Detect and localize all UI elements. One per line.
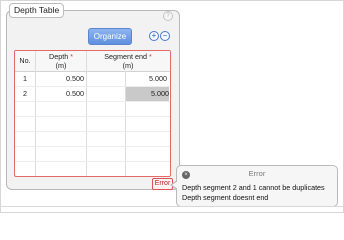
depth-table-screen: Depth Table ? Organize + − No. Depth * (… [0,0,344,213]
empty-row[interactable] [15,132,170,147]
error-tooltip: × Error Depth segment 2 and 1 cannot be … [176,165,338,207]
help-icon[interactable]: ? [163,11,173,21]
panel-title: Depth Table [9,3,65,18]
table-header: No. Depth * (m) Segment end * (m) [15,51,170,72]
cell-no: 1 [23,74,27,83]
error-message: Depth segment doesnt end [182,193,269,202]
add-row-icon[interactable]: + [149,31,159,41]
empty-row[interactable] [15,147,170,162]
table-row[interactable]: 2 0.500 5.000 [15,87,170,102]
tooltip-pointer-fill [172,181,178,189]
header-segment-end-label: Segment end [104,52,148,61]
table-row[interactable]: 1 0.500 5.000 [15,72,170,87]
error-message: Depth segment 2 and 1 cannot be duplicat… [182,183,325,192]
header-segment-end[interactable]: Segment end * (m) [87,53,169,70]
header-depth[interactable]: Depth * (m) [36,53,86,70]
cell-segment-end-selected[interactable]: 5.000 [126,87,169,101]
cell-depth[interactable]: 0.500 [36,87,84,101]
required-marker-icon: * [149,54,152,61]
cell-depth[interactable]: 0.500 [36,72,84,86]
organize-button[interactable]: Organize [88,28,132,45]
tooltip-title: Error [248,169,266,178]
header-segment-end-unit: (m) [122,61,134,70]
depth-table: No. Depth * (m) Segment end * (m) 1 0.50… [14,50,171,177]
required-marker-icon: * [70,54,73,61]
header-depth-label: Depth [49,52,69,61]
empty-row[interactable] [15,102,170,117]
header-no[interactable]: No. [15,57,35,65]
remove-row-icon[interactable]: − [160,31,170,41]
empty-row[interactable] [15,117,170,132]
header-depth-unit: (m) [55,61,67,70]
bottom-divider [0,206,344,207]
cell-no: 2 [23,89,27,98]
cell-segment-end[interactable]: 5.000 [87,72,167,86]
